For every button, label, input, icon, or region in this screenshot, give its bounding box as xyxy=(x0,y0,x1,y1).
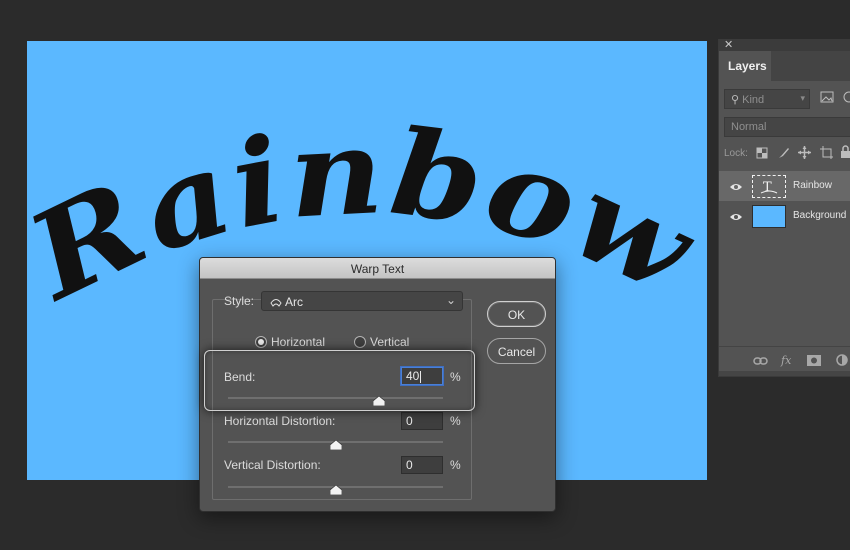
vertical-radio[interactable] xyxy=(354,336,366,348)
panel-resize-strip[interactable] xyxy=(719,371,850,376)
vertical-label: Vertical xyxy=(370,335,410,349)
layer-mask-icon[interactable] xyxy=(807,355,821,369)
horizontal-radio[interactable] xyxy=(255,336,267,348)
layers-panel-footer: fx xyxy=(719,346,850,376)
fill-layer-thumbnail xyxy=(752,205,786,228)
lock-all-icon[interactable] xyxy=(840,145,850,162)
horizontal-distortion-percent-unit: % xyxy=(450,414,461,428)
text-layer-thumbnail-icon: T xyxy=(752,175,786,198)
vertical-distortion-value: 0 xyxy=(406,458,413,472)
lock-transparent-pixels-icon[interactable] xyxy=(756,147,768,162)
lock-image-pixels-icon[interactable] xyxy=(777,146,790,162)
lock-label: Lock: xyxy=(724,148,748,159)
style-value: Arc xyxy=(285,295,303,309)
lock-artboard-icon[interactable] xyxy=(820,146,833,162)
panel-header-bar: ✕ xyxy=(719,39,850,51)
eye-icon[interactable] xyxy=(729,179,743,197)
bend-percent-unit: % xyxy=(450,370,461,384)
bend-slider-track[interactable] xyxy=(228,397,443,399)
blend-mode-select[interactable]: Normal xyxy=(724,117,850,137)
arc-style-icon xyxy=(270,296,282,310)
close-panel-icon[interactable]: ✕ xyxy=(724,38,733,51)
bend-value: 40 xyxy=(406,369,420,383)
vertical-distortion-label: Vertical Distortion: xyxy=(224,458,321,472)
layer-filter-kind[interactable]: ⚲ Kind ▾ xyxy=(724,89,810,109)
svg-text:T: T xyxy=(763,180,772,195)
horizontal-distortion-label: Horizontal Distortion: xyxy=(224,414,336,428)
chevron-down-icon: ⌄ xyxy=(445,293,456,307)
filter-kind-label: Kind xyxy=(742,94,765,106)
dialog-title: Warp Text xyxy=(200,258,555,279)
fx-icon[interactable]: fx xyxy=(781,354,791,367)
cancel-button[interactable]: Cancel xyxy=(487,338,546,364)
bend-slider-thumb[interactable] xyxy=(372,393,385,407)
layers-panel: ✕ Layers ⚲ Kind ▾ Normal Lock: T Rainbow… xyxy=(718,39,850,377)
vertical-distortion-input[interactable]: 0 xyxy=(401,456,443,474)
lock-position-icon[interactable] xyxy=(798,146,811,162)
horizontal-distortion-input[interactable]: 0 xyxy=(401,412,443,430)
bend-label: Bend: xyxy=(224,370,256,384)
layer-row-rainbow[interactable]: T Rainbow xyxy=(719,171,850,201)
image-filter-icon[interactable] xyxy=(820,91,834,106)
panel-tab-row: Layers xyxy=(719,51,850,81)
layer-name: Background xyxy=(793,210,847,221)
bend-input[interactable]: 40 xyxy=(401,367,443,385)
horizontal-distortion-value: 0 xyxy=(406,414,413,428)
blend-mode-value: Normal xyxy=(731,121,767,133)
horizontal-distortion-slider-thumb[interactable] xyxy=(329,437,342,451)
eye-icon[interactable] xyxy=(729,209,743,227)
layer-name: Rainbow xyxy=(793,180,832,191)
layer-row-background[interactable]: Background xyxy=(719,201,850,231)
vertical-distortion-slider-thumb[interactable] xyxy=(329,482,342,496)
text-cursor xyxy=(420,370,422,383)
horizontal-label: Horizontal xyxy=(271,335,326,349)
tab-layers[interactable]: Layers xyxy=(719,51,771,81)
vertical-distortion-percent-unit: % xyxy=(450,458,461,472)
style-select[interactable]: Arc ⌄ xyxy=(261,291,463,311)
ok-button[interactable]: OK xyxy=(487,301,546,327)
link-layers-icon[interactable] xyxy=(753,355,768,369)
style-label: Style: xyxy=(224,294,255,308)
warp-text-dialog: Warp Text Style: Arc ⌄ Horizontal Vertic… xyxy=(199,257,556,512)
adjustment-filter-icon[interactable] xyxy=(841,91,850,106)
chevron-down-icon: ▾ xyxy=(800,93,805,103)
search-icon: ⚲ xyxy=(731,94,740,106)
adjustment-layer-icon[interactable] xyxy=(836,354,848,369)
